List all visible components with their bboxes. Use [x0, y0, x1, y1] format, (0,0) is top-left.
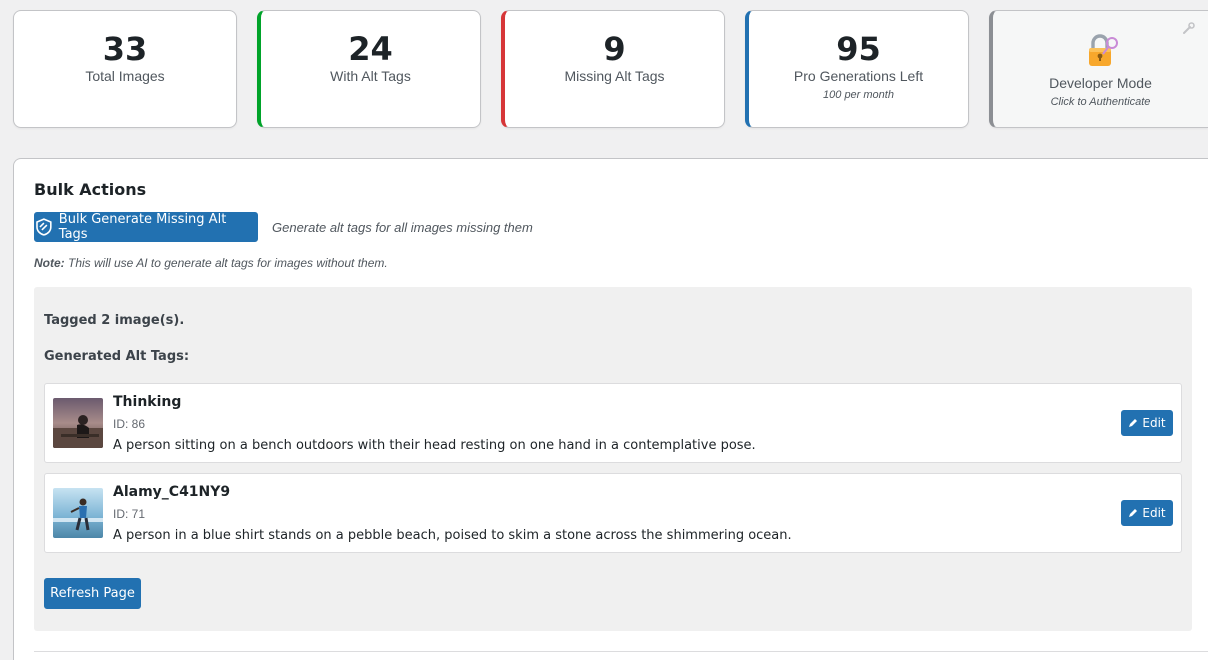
stat-label: Missing Alt Tags — [564, 68, 665, 84]
image-title: Thinking — [113, 394, 182, 410]
results-box: Tagged 2 image(s). Generated Alt Tags: T… — [34, 287, 1192, 631]
list-item: Thinking ID: 86 A person sitting on a be… — [44, 383, 1182, 463]
refresh-page-button[interactable]: Refresh Page — [44, 578, 141, 609]
shield-icon — [36, 218, 52, 236]
generated-alt-tags-heading: Generated Alt Tags: — [44, 349, 190, 364]
bulk-note: Note: This will use AI to generate alt t… — [34, 256, 388, 270]
stats-row: 33 Total Images 24 With Alt Tags 9 Missi… — [13, 10, 1208, 128]
note-text: This will use AI to generate alt tags fo… — [64, 256, 388, 270]
image-id: ID: 71 — [113, 507, 146, 521]
stat-value: 9 — [603, 30, 626, 68]
edit-label: Edit — [1142, 416, 1166, 430]
bulk-generate-hint: Generate alt tags for all images missing… — [272, 220, 533, 235]
alt-text: A person in a blue shirt stands on a peb… — [113, 528, 792, 543]
stat-value: 24 — [348, 30, 393, 68]
divider — [34, 651, 1208, 652]
stat-card-pro-generations: 95 Pro Generations Left 100 per month — [745, 10, 969, 128]
developer-mode-card[interactable]: Developer Mode Click to Authenticate — [989, 10, 1208, 128]
list-item: Alamy_C41NY9 ID: 71 A person in a blue s… — [44, 473, 1182, 553]
stat-sublabel: 100 per month — [823, 89, 894, 101]
stat-card-with-alt-tags: 24 With Alt Tags — [257, 10, 481, 128]
stat-card-total-images: 33 Total Images — [13, 10, 237, 128]
pencil-icon — [1129, 509, 1138, 517]
developer-mode-label: Developer Mode — [1049, 75, 1152, 91]
image-thumbnail — [53, 398, 103, 448]
lock-icon — [1088, 34, 1118, 66]
bulk-actions-panel: Bulk Actions Bulk Generate Missing Alt T… — [13, 158, 1208, 660]
stat-card-missing-alt-tags: 9 Missing Alt Tags — [501, 10, 725, 128]
developer-mode-sublabel: Click to Authenticate — [1050, 96, 1151, 108]
edit-button[interactable]: Edit — [1121, 500, 1173, 526]
alt-text: A person sitting on a bench outdoors wit… — [113, 438, 756, 453]
edit-button[interactable]: Edit — [1121, 410, 1173, 436]
edit-label: Edit — [1142, 506, 1166, 520]
note-label: Note: — [34, 256, 65, 270]
wrench-icon — [1183, 22, 1195, 34]
stat-value: 95 — [836, 30, 881, 68]
image-thumbnail — [53, 488, 103, 538]
image-title: Alamy_C41NY9 — [113, 484, 231, 500]
stat-label: Total Images — [85, 68, 165, 84]
image-id: ID: 86 — [113, 417, 146, 431]
tagged-count: Tagged 2 image(s). — [44, 313, 185, 328]
stat-value: 33 — [102, 30, 148, 68]
bulk-actions-title: Bulk Actions — [34, 180, 147, 199]
pencil-icon — [1129, 419, 1138, 427]
stat-label: With Alt Tags — [330, 68, 411, 84]
stat-label: Pro Generations Left — [793, 68, 924, 84]
bulk-generate-button[interactable]: Bulk Generate Missing Alt Tags — [34, 212, 258, 242]
bulk-generate-label: Bulk Generate Missing Alt Tags — [58, 212, 227, 242]
